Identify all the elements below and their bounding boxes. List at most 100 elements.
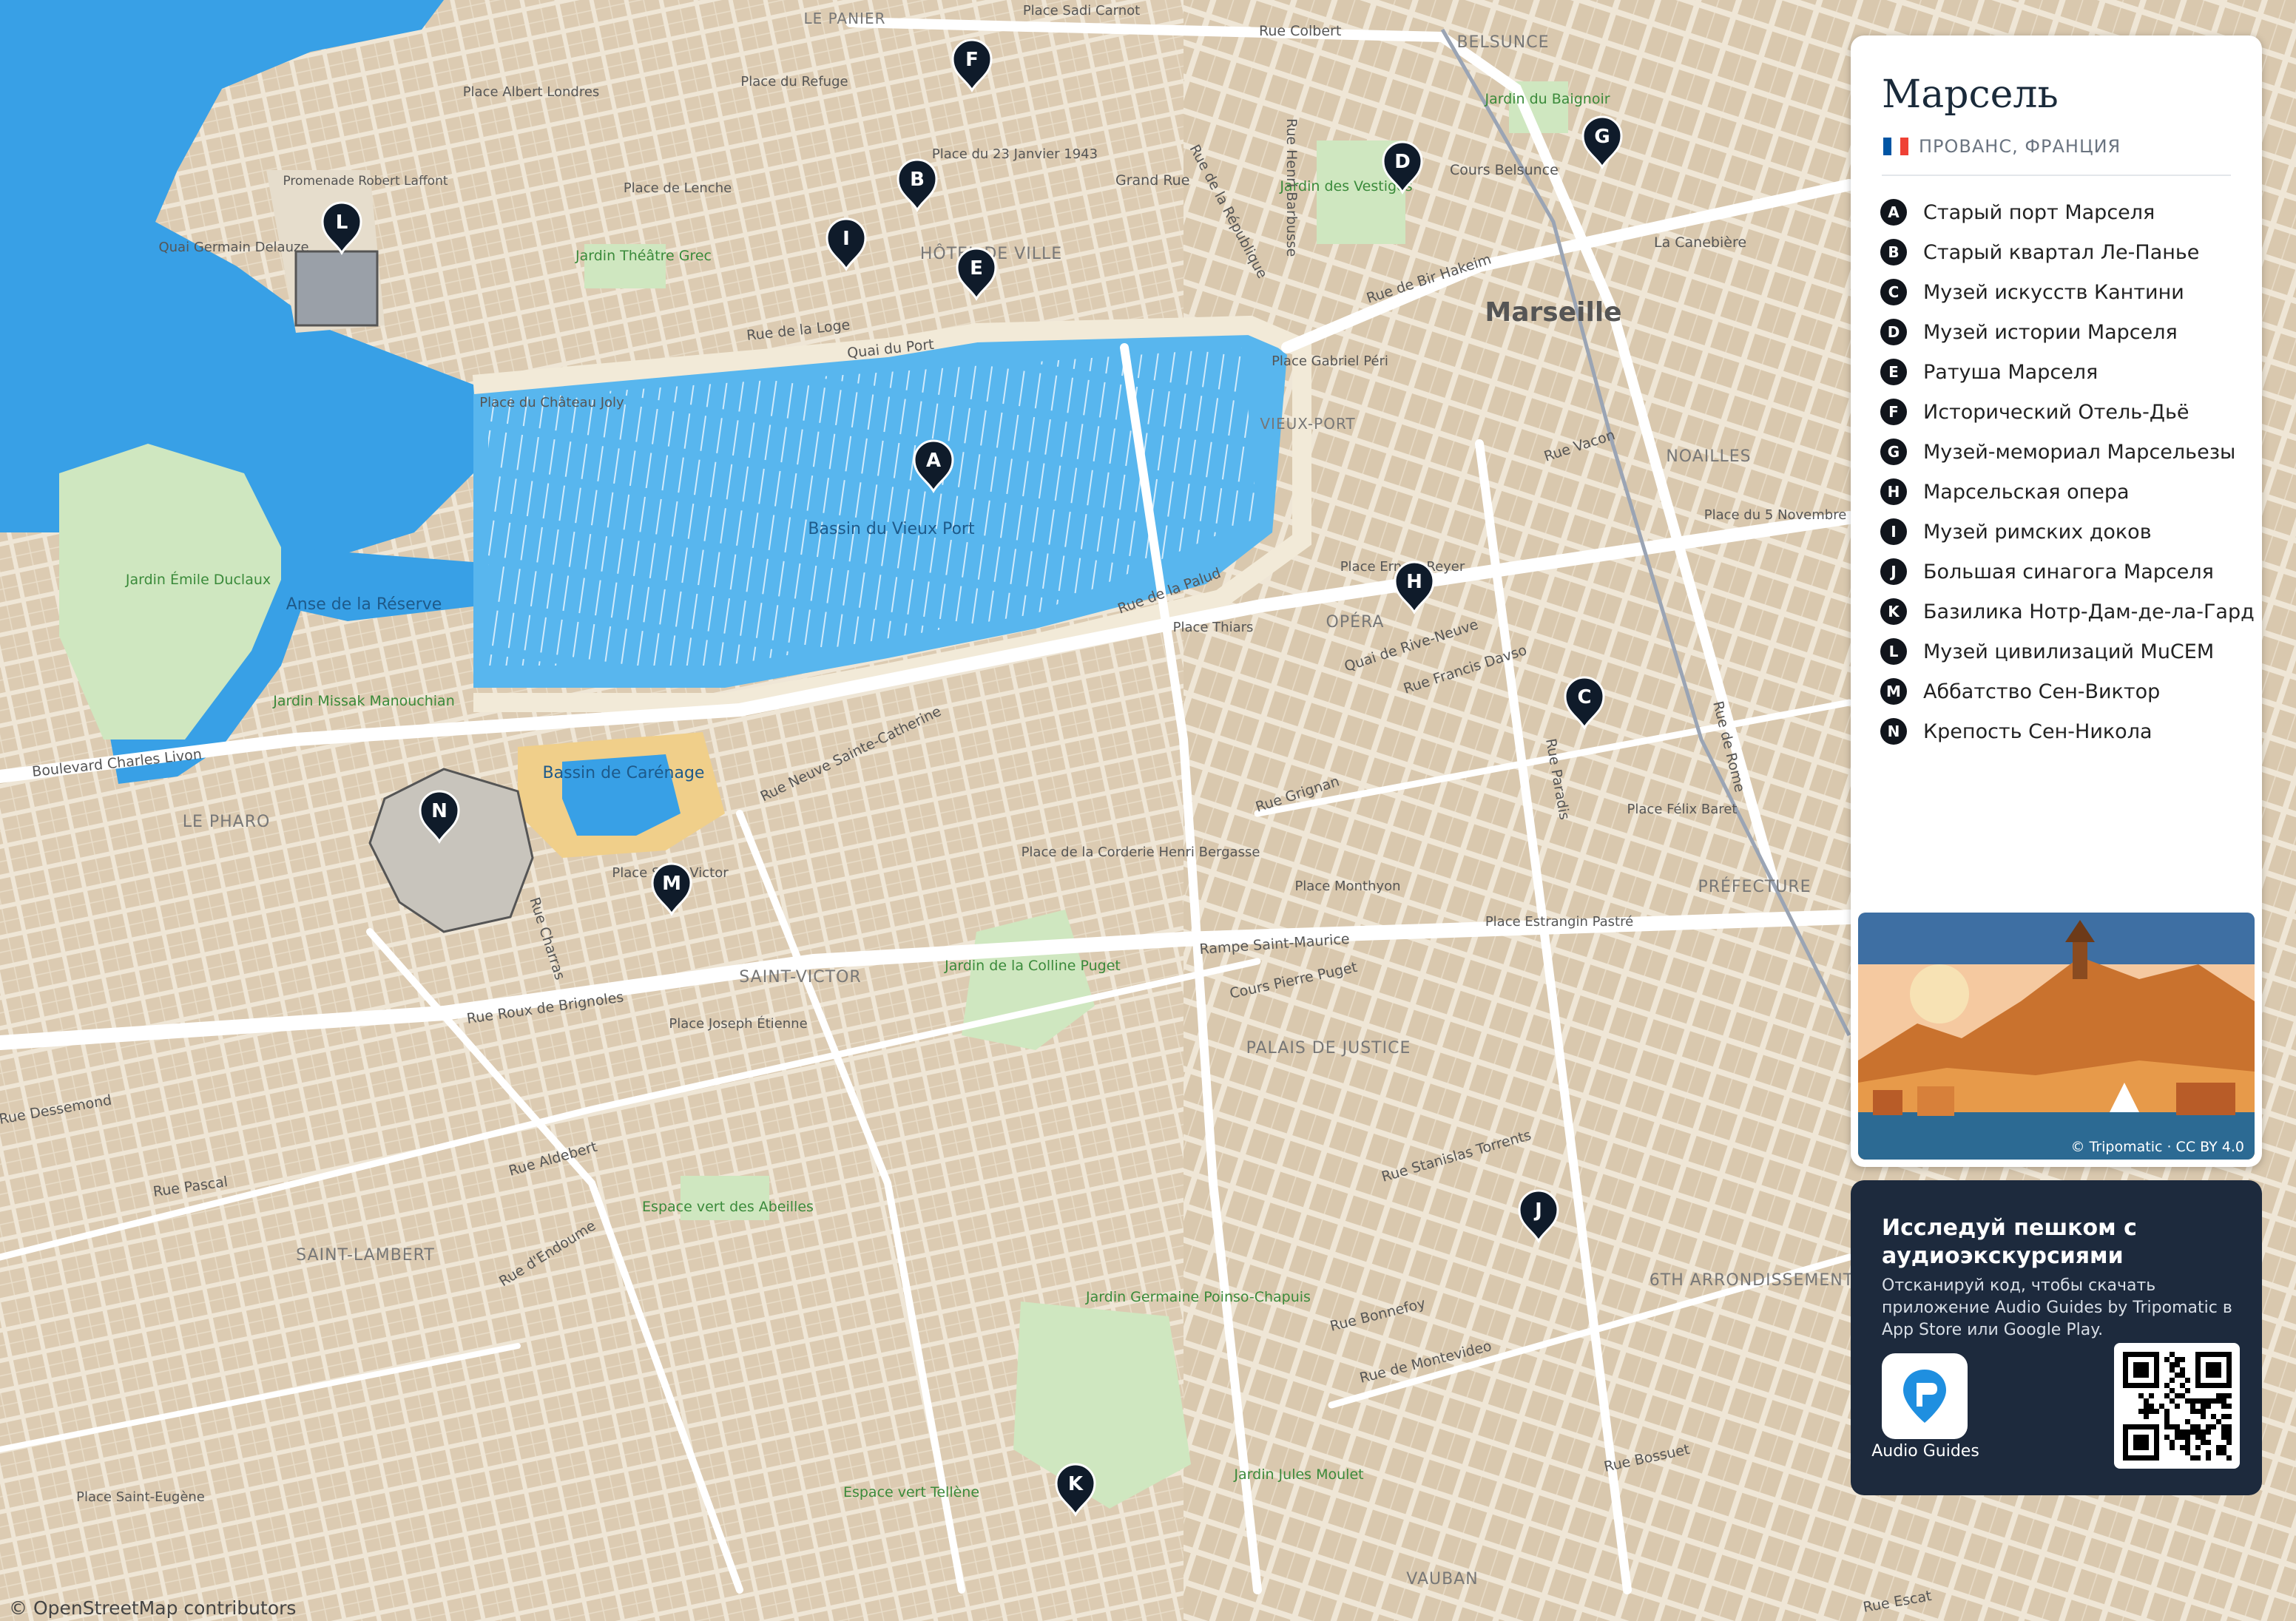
qr-code[interactable] (2114, 1343, 2240, 1469)
district-label: LE PANIER (804, 10, 886, 27)
place-label: Place Monthyon (1294, 879, 1400, 894)
map-marker-letter: J (1533, 1199, 1542, 1222)
place-label: Place Estrangin Pastré (1485, 914, 1633, 930)
place-label: Place Gabriel Péri (1272, 353, 1388, 369)
poi-list-item[interactable]: B Старый квартал Ле-Панье (1880, 232, 2255, 272)
park-label: Jardin du Baignoir (1484, 91, 1610, 107)
poi-badge: N (1880, 718, 1907, 745)
place-label: Place du 5 Novembre (1704, 507, 1847, 523)
park-label: Jardin Missak Manouchian (272, 693, 455, 709)
place-label: Place Sadi Carnot (1023, 3, 1140, 18)
poi-badge: J (1880, 558, 1907, 585)
poi-badge: K (1880, 598, 1907, 625)
poi-badge: B (1880, 239, 1907, 265)
poi-name: Музей искусств Кантини (1923, 280, 2184, 304)
map-marker-letter: G (1594, 126, 1610, 148)
poi-list-item[interactable]: E Ратуша Марселя (1880, 352, 2255, 392)
water-label: Bassin du Vieux Port (808, 520, 975, 538)
poi-badge: F (1880, 399, 1907, 425)
city-label: Marseille (1485, 297, 1621, 328)
map-attribution: © OpenStreetMap contributors (9, 1597, 297, 1619)
map-marker-letter: B (910, 169, 925, 191)
poi-badge: E (1880, 359, 1907, 385)
audio-guide-card[interactable]: Исследуй пешком с аудиоэкскурсиями Отска… (1851, 1180, 2262, 1495)
district-label: VAUBAN (1406, 1570, 1478, 1588)
map-marker-letter: M (662, 873, 681, 895)
street-label: Rue Henri Barbusse (1283, 118, 1300, 257)
district-label: BELSUNCE (1456, 33, 1549, 52)
park-label: Jardin Théâtre Grec (575, 248, 712, 264)
district-label: VIEUX-PORT (1260, 415, 1355, 433)
poi-badge: G (1880, 439, 1907, 465)
audio-guides-app-label: Audio Guides (1871, 1442, 1979, 1461)
flag-stripe (1891, 138, 1900, 155)
district-label: 6TH ARRONDISSEMENT (1650, 1271, 1854, 1290)
street-label: La Canebière (1654, 234, 1746, 251)
mucem-building (294, 250, 379, 327)
poi-badge: A (1880, 199, 1907, 226)
park-label: Jardin Jules Moulet (1233, 1466, 1363, 1483)
place-label: Quai Germain Delauze (158, 240, 308, 255)
district-label: SAINT-VICTOR (739, 968, 861, 987)
poi-list-item[interactable]: C Музей искусств Кантини (1880, 272, 2255, 312)
poi-list: A Старый порт Марселя B Старый квартал Ле-П… (1880, 192, 2255, 751)
poi-name: Музей цивилизаций MuCEM (1923, 640, 2215, 663)
place-label: Place de la Corderie Henri Bergasse (1022, 845, 1260, 860)
district-label: PALAIS DE JUSTICE (1246, 1039, 1411, 1057)
park-label: Jardin de la Colline Puget (944, 958, 1121, 974)
street-label: Rue Colbert (1259, 23, 1341, 39)
poi-list-item[interactable]: F Исторический Отель-Дьё (1880, 392, 2255, 432)
audio-guide-text: Отсканируй код, чтобы скачать приложение… (1882, 1276, 2232, 1339)
place-label: Place du Château Joly (479, 395, 624, 410)
city-info-panel: Марсель ПРОВАНС, ФРАНЦИЯ A Старый порт Ма… (1851, 35, 2262, 1167)
district-label: OPÉRA (1326, 612, 1385, 632)
district-label: NOAILLES (1666, 447, 1751, 466)
poi-list-item[interactable]: K Базилика Нотр-Дам-де-ла-Гард (1880, 592, 2255, 632)
map-marker-letter: I (843, 228, 850, 250)
poi-name: Аббатство Сен-Виктор (1923, 680, 2161, 703)
place-label: Promenade Robert Laffont (283, 174, 448, 189)
poi-name: Музей-мемориал Марсельезы (1923, 440, 2236, 464)
poi-list-item[interactable]: L Музей цивилизаций MuCEM (1880, 632, 2255, 671)
map-marker-letter: C (1577, 686, 1591, 708)
poi-name: Исторический Отель-Дьё (1923, 400, 2189, 424)
poi-list-item[interactable]: I Музей римских доков (1880, 512, 2255, 552)
poi-name: Марсельская опера (1923, 480, 2130, 504)
poi-list-item[interactable]: A Старый порт Марселя (1880, 192, 2255, 232)
poi-name: Старый порт Марселя (1923, 200, 2155, 224)
water-label: Bassin de Carénage (543, 764, 705, 782)
district-label: LE PHARO (183, 813, 271, 831)
place-label: Place du 23 Janvier 1943 (932, 146, 1098, 162)
place-label: Place de Lenche (624, 180, 732, 196)
poi-badge: L (1880, 638, 1907, 665)
poi-name: Старый квартал Ле-Панье (1923, 240, 2200, 264)
poi-list-item[interactable]: G Музей-мемориал Марсельезы (1880, 432, 2255, 472)
poi-badge: H (1880, 478, 1907, 505)
city-illustration: © Tripomatic · CC BY 4.0 (1858, 913, 2255, 1160)
district-label: SAINT-LAMBERT (296, 1246, 435, 1265)
flag-stripe (1900, 138, 1908, 155)
district-label: PRÉFECTURE (1698, 877, 1811, 896)
flag-icon (1883, 138, 1908, 155)
place-label: Place Albert Londres (463, 84, 600, 100)
poi-list-item[interactable]: M Аббатство Сен-Виктор (1880, 671, 2255, 711)
audio-guides-app-icon[interactable] (1882, 1353, 1968, 1439)
map-marker-letter: F (965, 49, 979, 71)
poi-badge: I (1880, 518, 1907, 545)
audio-guide-heading: Исследуй пешком с аудиоэкскурсиями (1882, 1215, 2137, 1269)
place-label: Place Joseph Étienne (669, 1015, 807, 1032)
park-label: Espace vert des Abeilles (642, 1199, 814, 1215)
place-label: Place du Refuge (740, 74, 848, 89)
poi-badge: C (1880, 279, 1907, 305)
poi-list-item[interactable]: N Крепость Сен-Никола (1880, 711, 2255, 751)
poi-list-item[interactable]: D Музей истории Марселя (1880, 312, 2255, 352)
flag-stripe (1883, 138, 1892, 155)
poi-name: Музей истории Марселя (1923, 320, 2178, 344)
park-label: Jardin Émile Duclaux (125, 571, 271, 588)
poi-name: Крепость Сен-Никола (1923, 720, 2152, 743)
poi-list-item[interactable]: J Большая синагога Марселя (1880, 552, 2255, 592)
map-marker-letter: N (431, 800, 448, 822)
poi-list-item[interactable]: H Марсельская опера (1880, 472, 2255, 512)
poi-name: Базилика Нотр-Дам-де-ла-Гард (1923, 600, 2255, 623)
poi-name: Музей римских доков (1923, 520, 2152, 544)
